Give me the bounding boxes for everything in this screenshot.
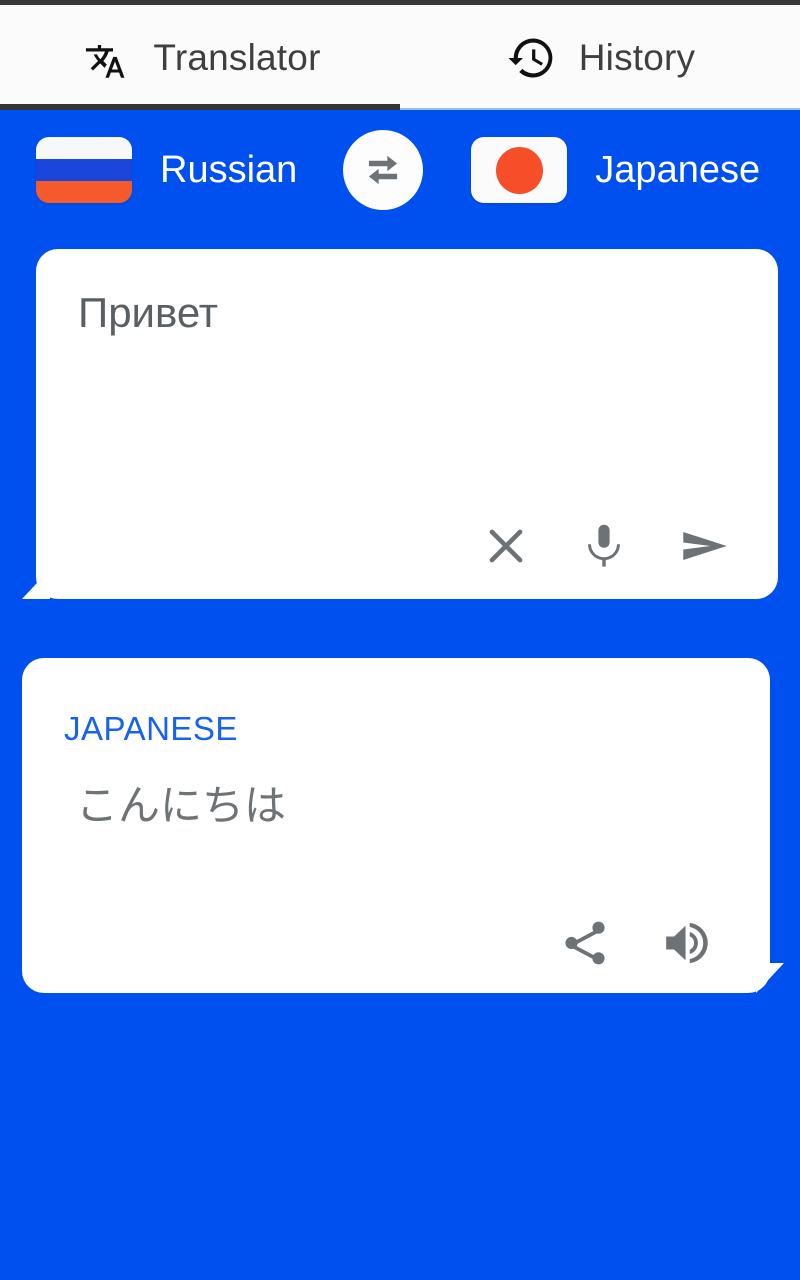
history-clock-icon: [505, 32, 557, 84]
target-language-label[interactable]: Japanese: [595, 149, 760, 192]
tab-translator-label: Translator: [153, 36, 321, 78]
swap-horizontal-icon: [369, 155, 398, 185]
flag-stripe-red: [36, 181, 132, 203]
flag-stripe-white: [36, 137, 132, 159]
tab-history-label: History: [578, 36, 696, 78]
close-icon[interactable]: [480, 520, 532, 572]
tab-bar: Translator History: [0, 5, 800, 110]
russia-flag-icon[interactable]: [36, 137, 132, 203]
tab-translator[interactable]: Translator: [0, 5, 400, 110]
source-language-label[interactable]: Russian: [160, 149, 297, 192]
swap-languages-button[interactable]: [343, 130, 424, 210]
share-icon[interactable]: [558, 916, 612, 970]
result-language-label: JAPANESE: [64, 710, 238, 747]
result-card-actions: [558, 915, 714, 971]
translated-text: こんにちは: [76, 782, 287, 829]
source-text-input[interactable]: Привет: [36, 249, 778, 337]
translator-body: Russian Japanese Привет JAPANESE こんにちは: [0, 110, 800, 1280]
flag-stripe-blue: [36, 159, 132, 181]
translation-result-card[interactable]: JAPANESE こんにちは: [22, 658, 784, 993]
source-text-card[interactable]: Привет: [22, 249, 778, 599]
translate-icon: [79, 32, 131, 84]
japan-flag-icon[interactable]: [471, 137, 568, 203]
language-selector-row: Russian Japanese: [0, 110, 800, 230]
japan-flag-sun: [495, 146, 543, 194]
volume-speaker-icon[interactable]: [658, 915, 714, 971]
source-card-actions: [480, 517, 734, 575]
send-icon[interactable]: [676, 517, 734, 575]
tab-history[interactable]: History: [400, 5, 800, 110]
microphone-icon[interactable]: [578, 520, 630, 572]
